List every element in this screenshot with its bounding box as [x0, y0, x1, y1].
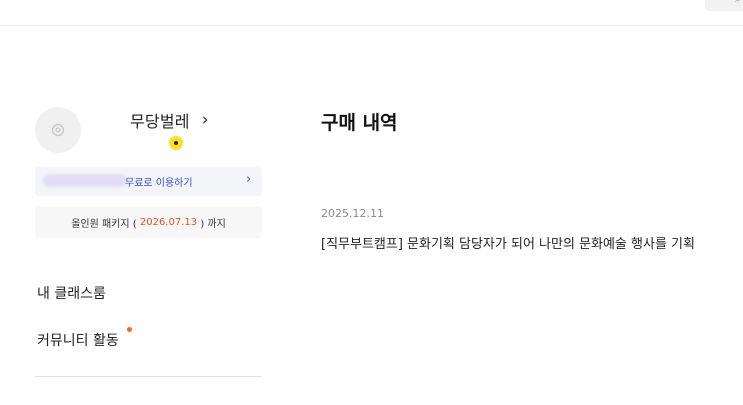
member-badge-icon: [169, 136, 183, 150]
avatar-placeholder-icon: [51, 123, 65, 137]
profile-link[interactable]: 무당벌레 ›: [130, 109, 209, 131]
package-info: 올인원 패키지 ( 2026.07.13 ) 까지: [35, 207, 262, 238]
page-title: 구매 내역: [321, 112, 398, 134]
package-suffix: ) 까지: [200, 219, 226, 230]
search-icon: ⌕: [735, 0, 741, 5]
chevron-right-icon: ›: [246, 172, 252, 187]
notification-dot: [127, 327, 132, 332]
profile-name: 무당벌레: [130, 112, 190, 131]
package-expiry-date: 2026.07.13: [139, 217, 198, 228]
nav-my-classroom[interactable]: 내 클래스룸: [37, 283, 106, 303]
package-prefix: 올인원 패키지 (: [71, 219, 137, 230]
order-date: 2025.12.11: [321, 207, 384, 220]
free-trial-banner[interactable]: 무료로 이용하기 ›: [35, 167, 262, 196]
free-trial-label: 무료로 이용하기: [125, 178, 193, 189]
order-title-link[interactable]: [직무부트캠프] 문화기획 담당자가 되어 나만의 문화예술 행사를 기획: [321, 233, 743, 252]
chevron-right-icon: ›: [201, 109, 209, 130]
blurred-text: [43, 174, 127, 187]
avatar[interactable]: [35, 107, 81, 153]
sidebar-divider: [35, 376, 262, 377]
nav-community-activity[interactable]: 커뮤니티 활동: [37, 330, 119, 350]
search-button[interactable]: ⌕: [705, 0, 743, 11]
top-bar: ⌕: [0, 0, 743, 26]
